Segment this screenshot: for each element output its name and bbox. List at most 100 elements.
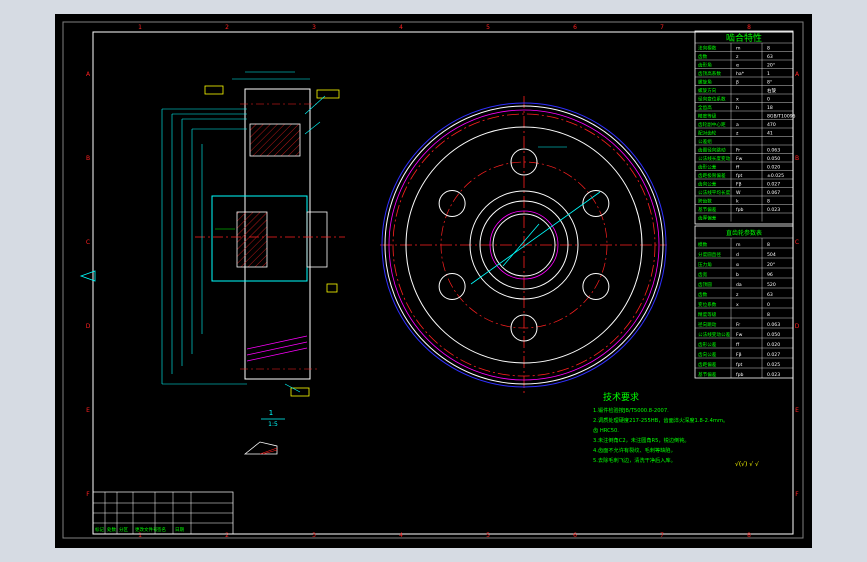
table-param-value: 0.050 xyxy=(767,332,780,338)
table-param-symbol: fpb xyxy=(736,207,744,213)
table-param-name: 齿圈径向跳动 xyxy=(698,147,726,154)
table-param-value: 8 xyxy=(767,312,770,318)
title-block-label: 更改文件号 xyxy=(135,526,158,533)
table-param-name: 齿距偏差 xyxy=(698,361,717,368)
table-param-symbol: k xyxy=(736,199,739,205)
table-param-symbol: ff xyxy=(736,165,740,171)
table-param-symbol: x xyxy=(736,303,739,308)
table-param-name: 螺旋角 xyxy=(698,79,712,86)
section-scale: 1:5 xyxy=(268,421,278,428)
table-param-name: 齿形角 xyxy=(698,62,712,69)
tech-title: 技术要求 xyxy=(603,391,639,403)
table-param-value: 0.020 xyxy=(767,342,780,348)
table-param-value: ±0.025 xyxy=(767,173,784,179)
tech-note-line: 1.锻件检验按JB/T5000.8-2007. xyxy=(593,406,669,414)
table-param-symbol: m xyxy=(736,47,741,52)
front-view xyxy=(380,96,667,394)
table-param-symbol: α xyxy=(736,263,739,268)
zone-number-bottom: 6 xyxy=(573,532,577,539)
zone-number-bottom: 4 xyxy=(399,532,403,539)
table-param-name: 基节偏差 xyxy=(698,371,717,378)
zone-letter-left: F xyxy=(86,491,90,498)
table-param-symbol: x xyxy=(736,98,739,103)
table-param-symbol: z xyxy=(736,293,739,298)
mesh-table-title: 啮合特性 xyxy=(726,32,762,44)
table-param-name: 齿向公差 xyxy=(698,181,717,188)
table-param-name: 精度等级 xyxy=(698,311,717,318)
zone-letter-right: D xyxy=(795,323,800,330)
zone-number-top: 1 xyxy=(138,24,142,31)
zone-number-top: 7 xyxy=(660,24,664,31)
table-param-value: 20° xyxy=(767,262,775,268)
zone-number-bottom: 8 xyxy=(747,532,751,539)
table-param-value: 1 xyxy=(767,71,770,77)
table-param-symbol: d xyxy=(736,252,739,258)
zone-letter-right: E xyxy=(795,407,799,414)
table-param-name: 法向模数 xyxy=(698,45,717,52)
tolerance-frame-top-right xyxy=(316,89,340,99)
title-block-label: 处数 xyxy=(107,526,116,533)
table-param-symbol: Fw xyxy=(736,156,743,162)
table-param-symbol: fpt xyxy=(736,362,743,368)
tolerance-frame-top-left xyxy=(204,85,224,95)
zone-number-top: 8 xyxy=(747,24,751,31)
mesh-parameter-table: 啮合特性 法向模数 m 8 齿数 z 63 齿形角 α 20° 齿顶高系数 ha* 1 螺旋角 β 8° 螺旋… xyxy=(694,30,796,225)
table-param-name: 螺旋方向 xyxy=(698,87,717,94)
gear-drawing-canvas[interactable]: 1122334455667788 A AB BC CD DE EF F 1 1:… xyxy=(55,14,812,548)
table-param-value: 504 xyxy=(767,252,776,258)
zone-number-top: 3 xyxy=(312,24,316,31)
table-param-symbol: Fβ xyxy=(736,352,742,358)
table-param-symbol: β xyxy=(736,80,739,86)
table-param-symbol: z xyxy=(736,55,739,60)
table-param-name: 齿顶高系数 xyxy=(698,70,721,77)
table-param-value: 0.027 xyxy=(767,182,780,188)
table-param-name: 齿厚偏差 xyxy=(698,215,717,222)
zone-number-top: 6 xyxy=(573,24,577,31)
table-param-name: 跨齿数 xyxy=(698,198,712,205)
table-param-name: 齿距极限偏差 xyxy=(698,172,726,179)
table-param-value: 18 xyxy=(767,105,773,111)
zone-letter-left: A xyxy=(86,71,91,78)
sheet-outer-border xyxy=(62,21,804,539)
technical-requirements: 技术要求 1.锻件检验按JB/T5000.8-2007. 2.调质处理硬度217-… xyxy=(593,391,759,468)
zone-number-top: 4 xyxy=(399,24,403,31)
table-param-value: 8 xyxy=(767,242,770,248)
tech-note-line: 3.未注倒角C2，未注圆角R5，锐边倒钝。 xyxy=(593,436,690,444)
detail-tooth-profile xyxy=(243,441,278,455)
cad-drawing-viewport[interactable]: 1122334455667788 AABBCCDDEEFF 1 1:5 啮合特性… xyxy=(55,14,812,548)
table-param-symbol: fpt xyxy=(736,173,743,179)
table-param-name: 压力角 xyxy=(698,261,712,268)
drawing-frame xyxy=(92,31,794,535)
section-view xyxy=(161,71,345,397)
zone-markers-left: A A B B C C D D E E F F xyxy=(86,71,800,498)
table-param-value: 右旋 xyxy=(767,87,777,94)
table-param-value: 96 xyxy=(767,272,773,278)
table-param-symbol: ha* xyxy=(736,71,745,77)
zone-letter-left: D xyxy=(86,323,91,330)
table-param-name: 齿数 xyxy=(698,291,708,298)
table-param-value: 0.063 xyxy=(767,148,780,154)
zone-letter-left: C xyxy=(86,239,90,246)
table-param-name: 齿向公差 xyxy=(698,351,717,358)
table-param-name: 配对齿轮 xyxy=(698,130,717,137)
table-param-name: 齿数 xyxy=(698,53,708,60)
table-param-name: 变位系数 xyxy=(698,301,717,308)
table-param-value: 520 xyxy=(767,282,776,288)
zone-letter-right: F xyxy=(795,491,799,498)
table-param-symbol: Fr xyxy=(736,322,740,328)
table-param-symbol: m xyxy=(736,243,741,248)
table-param-symbol: z xyxy=(736,132,739,137)
table-param-value: 0.025 xyxy=(767,362,780,368)
table-param-value: 0.023 xyxy=(767,372,780,378)
rim-hatch-top xyxy=(249,123,301,157)
table-param-symbol: Fw xyxy=(736,332,743,338)
table-param-value: 63 xyxy=(767,54,773,60)
zone-number-bottom: 5 xyxy=(486,532,490,539)
table-param-value: 8GB/T10095 xyxy=(767,114,796,120)
roughness-symbols: √(√) √ √ xyxy=(735,461,759,468)
zone-number-bottom: 2 xyxy=(225,532,229,539)
tech-note-line: 2.调质处理硬度217-255HB，齿面淬火深度1.8-2.4mm。 xyxy=(593,416,728,424)
table-param-symbol: h xyxy=(736,105,739,111)
table-param-name: 公差组 xyxy=(698,138,712,145)
table-param-symbol: α xyxy=(736,64,739,69)
